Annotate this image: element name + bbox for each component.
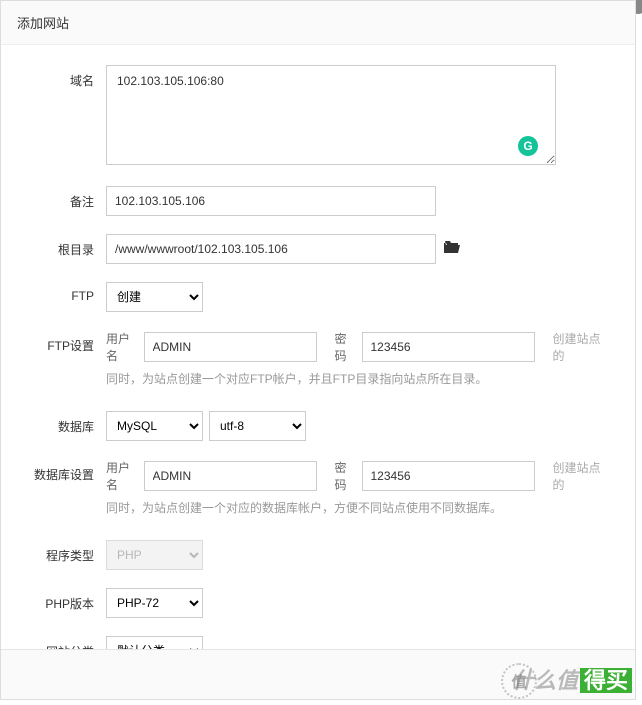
row-database: 数据库 MySQL utf-8 <box>11 411 605 441</box>
db-helper-text: 同时，为站点创建一个对应的数据库帐户，方便不同站点使用不同数据库。 <box>106 499 605 516</box>
label-php-version: PHP版本 <box>11 588 106 612</box>
watermark-text1: 什么值 <box>512 668 578 693</box>
row-ftp: FTP 创建 <box>11 282 605 312</box>
label-db-password: 密码 <box>335 459 356 493</box>
add-site-dialog: 添加网站 域名 G 备注 根目录 <box>0 0 636 700</box>
database-select[interactable]: MySQL <box>106 411 203 441</box>
ftp-side-hint: 创建站点的 <box>553 330 606 364</box>
label-database: 数据库 <box>11 411 106 435</box>
db-side-hint: 创建站点的 <box>553 459 606 493</box>
root-input[interactable] <box>106 234 436 264</box>
form-body: 域名 G 备注 根目录 <box>1 45 635 694</box>
row-remark: 备注 <box>11 186 605 216</box>
charset-select[interactable]: utf-8 <box>209 411 306 441</box>
ftp-username-input[interactable] <box>144 332 317 362</box>
folder-icon[interactable] <box>444 241 460 257</box>
row-domain: 域名 G <box>11 65 605 168</box>
label-ftp: FTP <box>11 282 106 303</box>
row-db-settings: 数据库设置 用户名 密码 创建站点的 同时，为站点创建一个对应的数据库帐户，方便… <box>11 459 605 516</box>
ftp-helper-text: 同时，为站点创建一个对应FTP帐户，并且FTP目录指向站点所在目录。 <box>106 370 605 387</box>
label-ftp-settings: FTP设置 <box>11 330 106 354</box>
row-root: 根目录 <box>11 234 605 264</box>
ftp-password-input[interactable] <box>362 332 535 362</box>
label-root: 根目录 <box>11 234 106 258</box>
label-db-username: 用户名 <box>106 459 138 493</box>
label-program-type: 程序类型 <box>11 540 106 564</box>
label-ftp-username: 用户名 <box>106 330 138 364</box>
ftp-select[interactable]: 创建 <box>106 282 203 312</box>
label-remark: 备注 <box>11 186 106 210</box>
label-db-settings: 数据库设置 <box>11 459 106 483</box>
row-php-version: PHP版本 PHP-72 <box>11 588 605 618</box>
row-ftp-settings: FTP设置 用户名 密码 创建站点的 同时，为站点创建一个对应FTP帐户，并且F… <box>11 330 605 387</box>
label-ftp-password: 密码 <box>335 330 356 364</box>
watermark-text2: 得买 <box>580 668 632 693</box>
row-program-type: 程序类型 PHP <box>11 540 605 570</box>
db-username-input[interactable] <box>144 461 317 491</box>
watermark-text: 什么值得买 <box>512 663 632 695</box>
domain-textarea[interactable] <box>106 65 556 165</box>
php-version-select[interactable]: PHP-72 <box>106 588 203 618</box>
label-domain: 域名 <box>11 65 106 89</box>
grammarly-icon[interactable]: G <box>518 136 538 156</box>
program-type-select: PHP <box>106 540 203 570</box>
db-password-input[interactable] <box>362 461 535 491</box>
dialog-title: 添加网站 <box>1 1 635 45</box>
remark-input[interactable] <box>106 186 436 216</box>
